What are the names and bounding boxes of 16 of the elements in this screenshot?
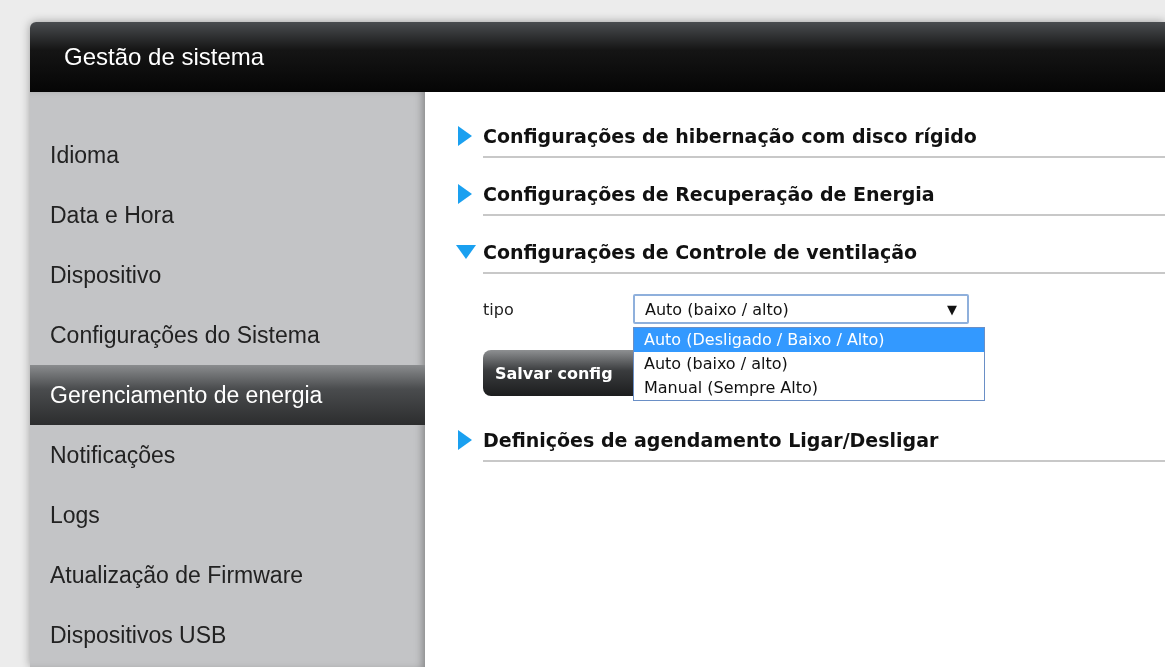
sidebar-item[interactable]: Logs — [30, 485, 425, 545]
section-heading[interactable]: Configurações de Controle de ventilação — [483, 241, 918, 263]
section-heading[interactable]: Configurações de Recuperação de Energia — [483, 183, 935, 205]
window-title: Gestão de sistema — [64, 43, 265, 71]
sidebar-item[interactable]: Dispositivo — [30, 245, 425, 305]
sidebar-item[interactable]: Gerenciamento de energia — [30, 365, 425, 425]
sidebar-item[interactable]: Configurações do Sistema — [30, 305, 425, 365]
section-heading[interactable]: Configurações de hibernação com disco rígido — [483, 125, 977, 147]
sidebar-item[interactable]: Idioma — [30, 125, 425, 185]
sidebar-item[interactable]: Atualização de Firmware — [30, 545, 425, 605]
save-button[interactable]: Salvar config — [483, 350, 633, 396]
field-label: tipo — [483, 299, 515, 319]
sidebar-item[interactable]: Data e Hora — [30, 185, 425, 245]
sidebar-item[interactable]: Notificações — [30, 425, 425, 485]
section-heading[interactable]: Definições de agendamento Ligar/Desligar — [483, 429, 939, 451]
sidebar-item[interactable]: Dispositivos USB — [30, 605, 425, 665]
